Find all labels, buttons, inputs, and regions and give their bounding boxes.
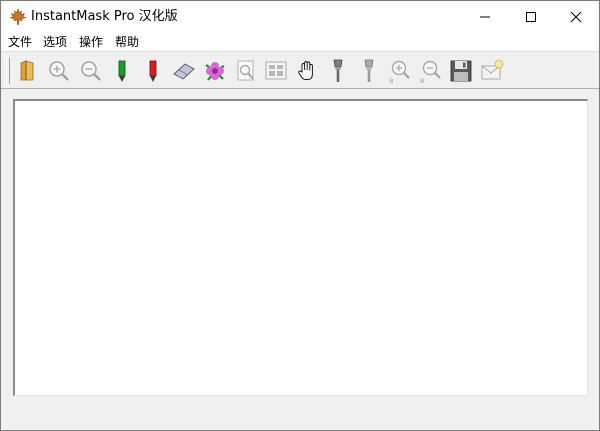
green-pencil-icon bbox=[109, 58, 135, 84]
green-pencil-button[interactable] bbox=[109, 58, 135, 84]
close-icon bbox=[570, 11, 582, 23]
zoom-in-b-button[interactable]: B bbox=[387, 58, 413, 84]
zoom-out-button[interactable] bbox=[78, 58, 104, 84]
eraser-icon bbox=[171, 58, 197, 84]
grid-view-icon bbox=[263, 58, 289, 84]
save-icon bbox=[448, 58, 474, 84]
brush-alt-button[interactable] bbox=[356, 58, 382, 84]
eraser-button[interactable] bbox=[171, 58, 197, 84]
zoom-in-button[interactable] bbox=[46, 58, 72, 84]
zoom-in-b-icon: B bbox=[387, 58, 413, 84]
menu-file[interactable]: 文件 bbox=[8, 34, 32, 50]
hand-pan-icon bbox=[294, 58, 320, 84]
menu-bar: 文件 选项 操作 帮助 bbox=[1, 32, 599, 52]
red-pencil-icon bbox=[140, 58, 166, 84]
zoom-in-b-subscript: B bbox=[389, 77, 393, 84]
preview-button[interactable] bbox=[233, 58, 259, 84]
maximize-button[interactable] bbox=[508, 1, 554, 32]
flower-icon bbox=[202, 58, 228, 84]
window-title: InstantMask Pro 汉化版 bbox=[31, 9, 178, 24]
preview-icon bbox=[233, 58, 259, 84]
flower-button[interactable] bbox=[202, 58, 228, 84]
export-button[interactable] bbox=[479, 58, 505, 84]
toolbar-grip[interactable] bbox=[6, 58, 10, 84]
brush-alt-icon bbox=[356, 58, 382, 84]
minimize-icon bbox=[479, 11, 491, 23]
brush-button[interactable] bbox=[325, 58, 351, 84]
status-bar bbox=[1, 404, 599, 430]
close-button[interactable] bbox=[553, 1, 599, 32]
zoom-out-b-subscript: B bbox=[420, 77, 424, 84]
red-pencil-button[interactable] bbox=[140, 58, 166, 84]
title-bar[interactable]: InstantMask Pro 汉化版 bbox=[1, 1, 599, 32]
maximize-icon bbox=[525, 11, 537, 23]
menu-operate[interactable]: 操作 bbox=[79, 34, 103, 50]
open-folder-icon bbox=[14, 58, 40, 84]
toolbar: B B bbox=[1, 53, 599, 89]
zoom-out-b-icon: B bbox=[418, 58, 444, 84]
menu-options[interactable]: 选项 bbox=[43, 34, 67, 50]
app-window: InstantMask Pro 汉化版 文件 选项 操作 帮助 B B bbox=[0, 0, 600, 431]
zoom-in-icon bbox=[46, 58, 72, 84]
maple-leaf-icon[interactable] bbox=[9, 8, 27, 26]
menu-help[interactable]: 帮助 bbox=[115, 34, 139, 50]
export-icon bbox=[479, 58, 505, 84]
zoom-out-icon bbox=[78, 58, 104, 84]
image-canvas[interactable] bbox=[13, 99, 588, 396]
zoom-out-b-button[interactable]: B bbox=[418, 58, 444, 84]
brush-icon bbox=[325, 58, 351, 84]
minimize-button[interactable] bbox=[462, 1, 508, 32]
grid-view-button[interactable] bbox=[263, 58, 289, 84]
save-button[interactable] bbox=[448, 58, 474, 84]
open-button[interactable] bbox=[14, 58, 40, 84]
hand-pan-button[interactable] bbox=[294, 58, 320, 84]
